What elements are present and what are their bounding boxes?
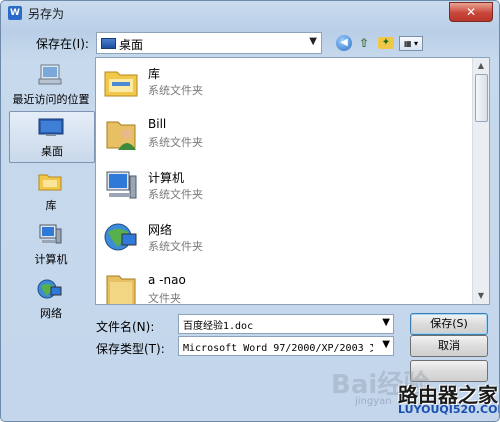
views-menu-icon[interactable]: ▦ ▾ xyxy=(399,36,423,51)
list-item[interactable]: 计算机 系统文件夹 xyxy=(96,162,476,214)
list-item[interactable]: 库 系统文件夹 xyxy=(96,58,476,110)
place-desktop[interactable]: 桌面 xyxy=(9,111,95,163)
save-in-dropdown[interactable]: 桌面 ▼ xyxy=(96,32,322,54)
item-type: 系统文件夹 xyxy=(148,188,203,201)
up-folder-icon[interactable]: ⇧ xyxy=(356,35,372,51)
vertical-scrollbar[interactable]: ▲ ▼ xyxy=(472,58,489,304)
item-type: 文件夹 xyxy=(148,292,181,305)
user-folder-icon xyxy=(106,121,136,150)
filename-label: 文件名(N): xyxy=(96,320,155,334)
list-item[interactable]: Bill 系统文件夹 xyxy=(96,110,476,162)
list-item[interactable]: a -nao 文件夹 xyxy=(96,266,476,305)
save-in-label: 保存在(I): xyxy=(36,37,89,51)
network-icon xyxy=(37,279,62,299)
filetype-label: 保存类型(T): xyxy=(96,342,165,356)
recent-places-icon xyxy=(38,64,62,85)
new-folder-icon[interactable]: ✦ xyxy=(378,37,394,49)
title-bar: W 另存为 ✕ xyxy=(1,1,499,23)
place-libraries[interactable]: 库 xyxy=(9,166,93,216)
computer-icon xyxy=(39,224,62,244)
filetype-select[interactable]: Microsoft Word 97/2000/XP/2003 文件(* ▼ xyxy=(178,336,394,356)
place-label: 最近访问的位置 xyxy=(12,93,90,106)
watermark-sub: jingyan xyxy=(355,396,392,407)
cancel-button[interactable]: 取消 xyxy=(410,335,488,357)
item-type: 系统文件夹 xyxy=(148,240,203,253)
filetype-value: Microsoft Word 97/2000/XP/2003 文件(* xyxy=(183,343,373,354)
item-name: 网络 xyxy=(148,223,173,237)
scrollbar-thumb[interactable] xyxy=(475,74,488,122)
places-bar: 最近访问的位置 桌面 库 计算机 网络 xyxy=(9,58,95,326)
desktop-icon xyxy=(38,118,64,136)
scroll-down-icon[interactable]: ▼ xyxy=(475,290,487,302)
place-computer[interactable]: 计算机 xyxy=(9,220,93,270)
window-title: 另存为 xyxy=(28,7,65,21)
filename-value: 百度经验1.doc xyxy=(183,321,254,332)
network-icon xyxy=(104,223,137,251)
folder-icon xyxy=(106,275,136,304)
scroll-up-icon[interactable]: ▲ xyxy=(475,60,487,72)
save-as-dialog: W 另存为 ✕ 保存在(I): 桌面 ▼ ◀ ⇧ ✦ ▦ ▾ 最近访问的位置 桌… xyxy=(0,0,500,422)
list-item[interactable]: 网络 系统文件夹 xyxy=(96,214,476,266)
close-button[interactable]: ✕ xyxy=(449,2,493,22)
filename-input[interactable]: 百度经验1.doc ▼ xyxy=(178,314,394,334)
item-name: Bill xyxy=(148,117,167,131)
chevron-down-icon[interactable]: ▼ xyxy=(382,317,390,328)
back-icon[interactable]: ◀ xyxy=(336,35,352,51)
desktop-icon xyxy=(101,38,116,49)
place-label: 桌面 xyxy=(41,145,63,158)
save-in-value: 桌面 xyxy=(119,38,144,52)
item-type: 系统文件夹 xyxy=(148,84,203,97)
item-name: 库 xyxy=(148,67,161,81)
place-label: 计算机 xyxy=(34,253,68,266)
chevron-down-icon[interactable]: ▼ xyxy=(382,339,390,350)
computer-icon xyxy=(106,171,137,199)
word-app-icon: W xyxy=(8,6,22,20)
libraries-folder-icon xyxy=(104,71,138,97)
place-label: 库 xyxy=(45,199,57,212)
file-list[interactable]: 库 系统文件夹 Bill 系统文件夹 计算机 系统文件夹 网络 系统文件夹 a … xyxy=(95,57,490,305)
item-name: 计算机 xyxy=(148,171,185,185)
chevron-down-icon: ▼ xyxy=(309,36,317,47)
place-recent[interactable]: 最近访问的位置 xyxy=(9,60,93,110)
place-network[interactable]: 网络 xyxy=(9,274,93,324)
item-type: 系统文件夹 xyxy=(148,136,203,149)
site-url: LUYOUQI520.COM xyxy=(398,403,500,416)
libraries-icon xyxy=(38,174,62,191)
save-button[interactable]: 保存(S) xyxy=(410,313,488,335)
place-label: 网络 xyxy=(40,307,62,320)
item-name: a -nao xyxy=(148,273,186,287)
